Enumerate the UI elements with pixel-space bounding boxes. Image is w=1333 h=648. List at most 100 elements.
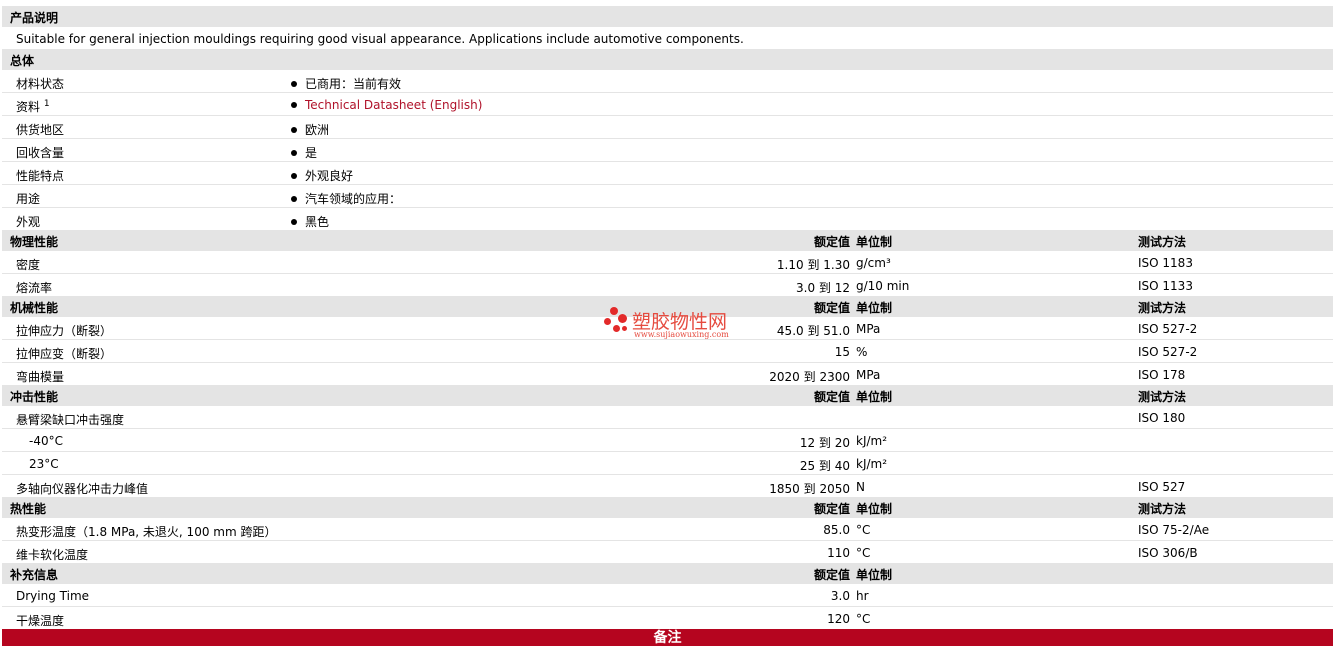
row-method: ISO 178: [1138, 368, 1186, 382]
row-label: -40°C: [29, 434, 63, 448]
row-label: 供货地区: [16, 123, 65, 137]
row-label: 干燥温度: [16, 614, 65, 628]
row-method: ISO 527-2: [1138, 322, 1198, 336]
general-row-uses: 用途 汽车领域的应用：: [2, 184, 1333, 207]
row-unit: g/10 min: [856, 279, 910, 293]
property-row-drying-time: Drying Time 3.0 hr: [2, 583, 1333, 606]
section-title: 热性能: [10, 502, 47, 516]
row-value: 黑色: [289, 213, 329, 230]
property-row-hdt: 热变形温度（1.8 MPa, 未退火, 100 mm 跨距） 85.0 °C I…: [2, 517, 1333, 540]
property-row-drying-temp: 干燥温度 120 °C: [2, 606, 1333, 629]
row-unit: %: [856, 345, 868, 359]
property-row-tensile-strain: 拉伸应变（断裂） 15 % ISO 527-2: [2, 339, 1333, 362]
col-header-unit: 单位制: [856, 502, 893, 516]
row-value: 欧洲: [289, 121, 329, 138]
row-method: ISO 527: [1138, 480, 1186, 494]
col-header-unit: 单位制: [856, 568, 893, 582]
bullet-icon: [291, 80, 297, 87]
row-label: 密度: [16, 258, 41, 272]
row-label: 资料 1: [16, 99, 50, 114]
general-row-recycled: 回收含量 是: [2, 138, 1333, 161]
row-value: 3.0: [830, 589, 850, 603]
watermark-url: www.sujiaowuxing.com: [634, 330, 729, 339]
datasheet: 产品说明 Suitable for general injection moul…: [0, 0, 1333, 646]
col-header-unit: 单位制: [856, 235, 893, 249]
row-label: 拉伸应力（断裂）: [16, 324, 113, 338]
section-title: 产品说明: [10, 11, 59, 25]
row-label: 熔流率: [16, 281, 53, 295]
section-title: 补充信息: [10, 568, 59, 582]
row-value: 1.10 到 1.30: [776, 258, 850, 272]
col-header-nominal: 额定值: [813, 390, 850, 404]
section-header-physical: 物理性能 额定值 单位制 测试方法: [2, 230, 1333, 250]
col-header-method: 测试方法: [1138, 390, 1187, 404]
property-row-izod-minus40: -40°C 12 到 20 kJ/m²: [2, 428, 1333, 451]
col-header-unit: 单位制: [856, 390, 893, 404]
row-label: 用途: [16, 192, 41, 206]
notes-header-bar[interactable]: 备注: [2, 629, 1333, 646]
row-label: 弯曲模量: [16, 370, 65, 384]
row-value: 12 到 20: [799, 436, 850, 450]
row-method: ISO 527-2: [1138, 345, 1198, 359]
section-title: 总体: [10, 54, 35, 68]
row-value: 110: [827, 546, 850, 560]
row-label: 材料状态: [16, 77, 65, 91]
row-value: 45.0 到 51.0: [776, 324, 850, 338]
row-value: 85.0: [823, 523, 850, 537]
row-method: ISO 1183: [1138, 256, 1193, 270]
row-label: Drying Time: [16, 589, 90, 603]
footnote-marker: 1: [43, 99, 50, 109]
col-header-method: 测试方法: [1138, 301, 1187, 315]
col-header-nominal: 额定值: [813, 301, 850, 315]
col-header-nominal: 额定值: [813, 568, 850, 582]
col-header-nominal: 额定值: [813, 502, 850, 516]
bullet-icon: [291, 172, 297, 179]
row-value: 1850 到 2050: [769, 482, 850, 496]
bullet-icon: [291, 218, 297, 225]
row-value: 已商用：当前有效: [289, 75, 401, 92]
row-unit: kJ/m²: [856, 457, 888, 471]
bullet-icon: [291, 195, 297, 202]
general-row-region: 供货地区 欧洲: [2, 115, 1333, 138]
section-header-impact: 冲击性能 额定值 单位制 测试方法: [2, 385, 1333, 405]
row-method: ISO 180: [1138, 411, 1186, 425]
row-value: 是: [289, 144, 317, 161]
bullet-icon: [291, 101, 297, 108]
row-value: 3.0 到 12: [796, 281, 850, 295]
section-title: 物理性能: [10, 235, 59, 249]
section-header-thermal: 热性能 额定值 单位制 测试方法: [2, 497, 1333, 517]
row-value: 2020 到 2300: [769, 370, 850, 384]
row-unit: °C: [856, 612, 871, 626]
row-label: 多轴向仪器化冲击力峰值: [16, 482, 149, 496]
general-row-features: 性能特点 外观良好: [2, 161, 1333, 184]
property-row-izod-23: 23°C 25 到 40 kJ/m²: [2, 451, 1333, 474]
col-header-unit: 单位制: [856, 301, 893, 315]
technical-datasheet-link[interactable]: Technical Datasheet (English): [305, 98, 482, 112]
row-unit: g/cm³: [856, 256, 891, 270]
col-header-method: 测试方法: [1138, 502, 1187, 516]
row-label: 维卡软化温度: [16, 548, 89, 562]
row-label: 性能特点: [16, 169, 65, 183]
row-value: 25 到 40: [799, 459, 850, 473]
row-method: ISO 75-2/Ae: [1138, 523, 1210, 537]
row-value: 外观良好: [289, 167, 353, 184]
property-row-multiaxial: 多轴向仪器化冲击力峰值 1850 到 2050 N ISO 527: [2, 474, 1333, 497]
property-row-izod: 悬臂梁缺口冲击强度 ISO 180: [2, 405, 1333, 428]
section-header-general: 总体: [2, 49, 1333, 69]
row-label: 23°C: [29, 457, 59, 471]
property-row-flex-modulus: 弯曲模量 2020 到 2300 MPa ISO 178: [2, 362, 1333, 385]
row-unit: °C: [856, 523, 871, 537]
row-value: 120: [827, 612, 850, 626]
property-row-vicat: 维卡软化温度 110 °C ISO 306/B: [2, 540, 1333, 563]
property-row-density: 密度 1.10 到 1.30 g/cm³ ISO 1183: [2, 250, 1333, 273]
row-value: Technical Datasheet (English): [289, 98, 482, 112]
row-label: 悬臂梁缺口冲击强度: [16, 413, 125, 427]
section-header-product-description: 产品说明: [2, 6, 1333, 26]
section-title: 冲击性能: [10, 390, 59, 404]
col-header-method: 测试方法: [1138, 235, 1187, 249]
bullet-icon: [291, 126, 297, 133]
row-unit: hr: [856, 589, 869, 603]
product-description-text: Suitable for general injection mouldings…: [16, 32, 744, 46]
row-label: 外观: [16, 215, 41, 229]
row-label: 热变形温度（1.8 MPa, 未退火, 100 mm 跨距）: [16, 525, 277, 539]
